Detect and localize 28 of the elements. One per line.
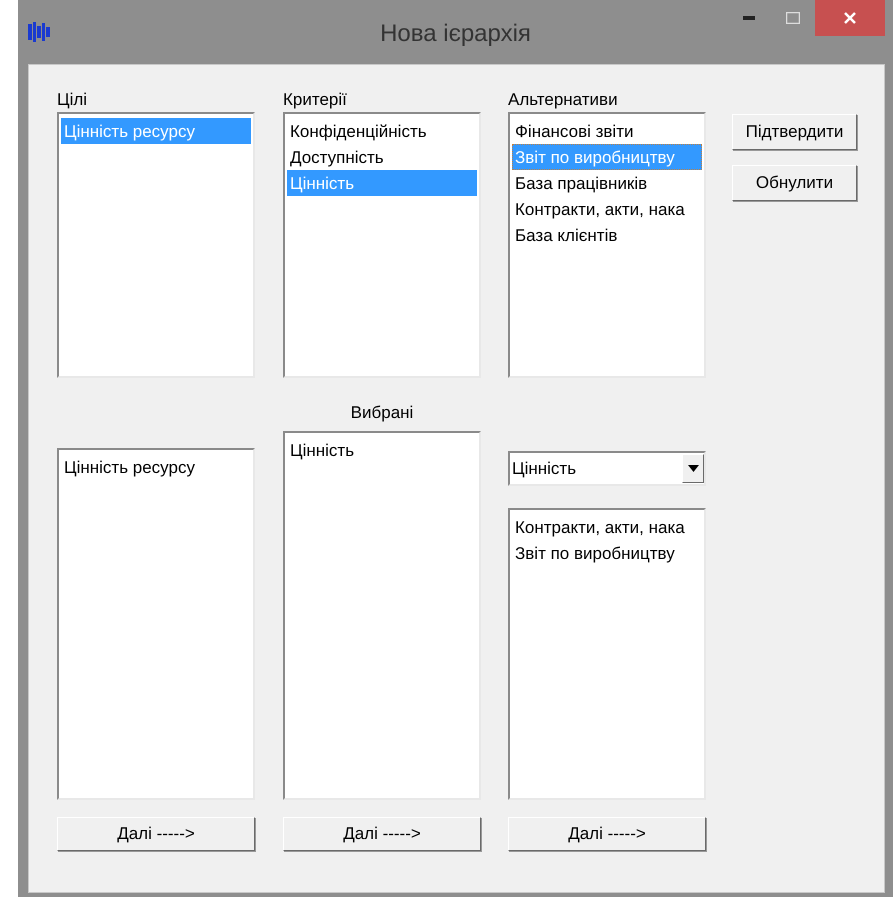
maximize-icon (786, 12, 800, 24)
close-button[interactable] (815, 0, 885, 36)
dialog-button[interactable]: Обнулити (732, 165, 857, 201)
list-item[interactable]: Конфіденційність (287, 118, 477, 144)
dialog-button[interactable]: Підтвердити (732, 114, 857, 150)
window-title: Нова ієрархія (380, 20, 531, 49)
list-item[interactable]: База працівників (512, 170, 702, 196)
list-label: Цілі (57, 89, 88, 111)
list-label: Альтернативи (508, 89, 619, 111)
next-button[interactable]: Далі -----> (57, 817, 255, 851)
list-item[interactable]: Контракти, акти, нака (512, 196, 702, 222)
caret-icon (688, 465, 698, 472)
list-item[interactable]: Цінність (287, 437, 477, 463)
list-item[interactable]: Цінність ресурсу (61, 454, 251, 480)
minimize-icon (743, 16, 755, 20)
close-icon (843, 11, 857, 25)
section-label: Вибрані (350, 402, 414, 424)
list-item[interactable]: База клієнтів (512, 222, 702, 248)
dropdown-button[interactable] (682, 454, 704, 483)
list-item[interactable]: Звіт по виробництву (512, 540, 702, 566)
criterion-dropdown[interactable]: Цінність (508, 451, 706, 486)
list-item[interactable]: Доступність (287, 144, 477, 170)
next-button[interactable]: Далі -----> (283, 817, 481, 851)
next-button[interactable]: Далі -----> (508, 817, 706, 851)
list-item[interactable]: Контракти, акти, нака (512, 514, 702, 540)
list-label: Критерії (283, 89, 348, 111)
list-item[interactable]: Фінансові звіти (512, 118, 702, 144)
app-icon (28, 22, 50, 42)
